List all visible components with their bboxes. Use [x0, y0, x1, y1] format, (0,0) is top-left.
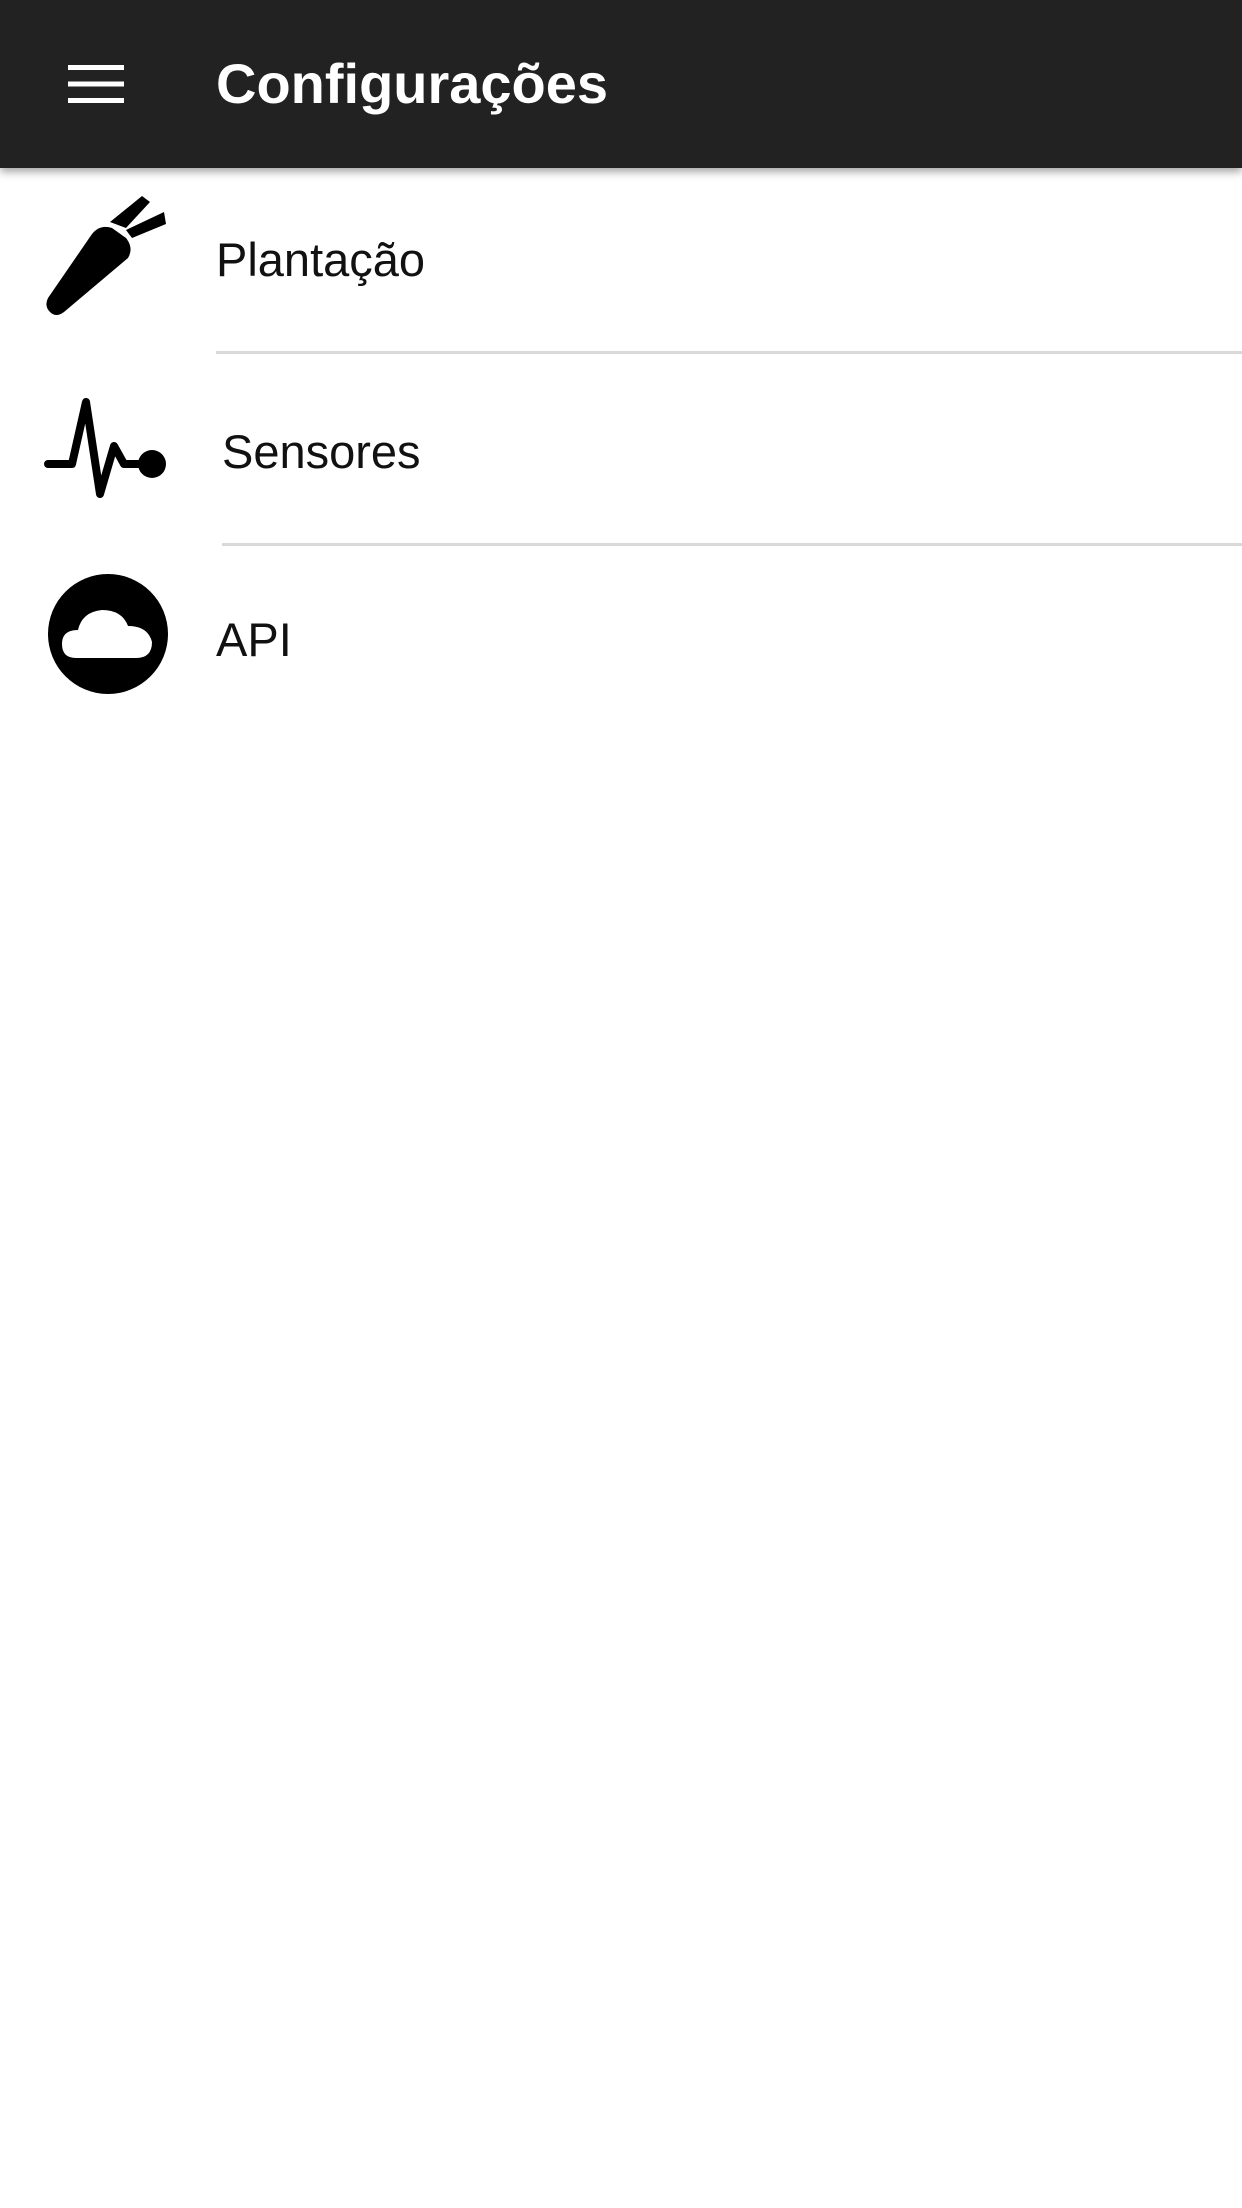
settings-list: Plantação Sensores API	[0, 168, 1242, 742]
settings-item-plantacao[interactable]: Plantação	[0, 168, 1242, 354]
settings-item-api[interactable]: API	[0, 546, 1242, 742]
menu-button[interactable]	[48, 44, 144, 124]
hamburger-menu-icon	[68, 65, 124, 103]
carrot-icon	[42, 194, 174, 326]
settings-item-label: Sensores	[222, 425, 421, 478]
pulse-icon	[42, 384, 174, 516]
settings-item-label: API	[216, 613, 292, 666]
page-title: Configurações	[216, 52, 609, 115]
settings-item-label: Plantação	[216, 233, 426, 286]
cloud-circle-icon	[42, 568, 174, 700]
app-bar: Configurações	[0, 0, 1242, 168]
settings-item-sensores[interactable]: Sensores	[0, 354, 1242, 546]
